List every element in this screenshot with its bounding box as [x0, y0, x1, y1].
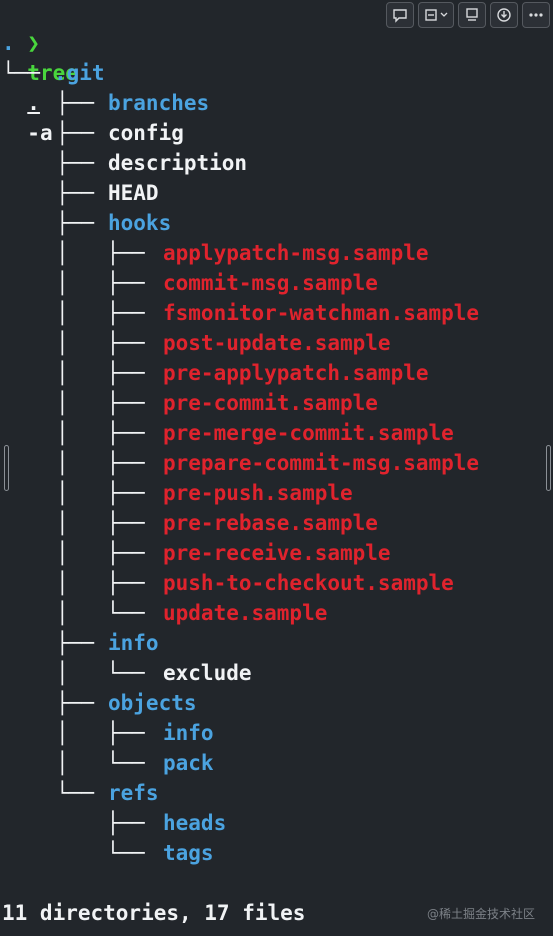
prompt-arg-dot: . [27, 91, 40, 115]
tree-branch-glyph: ├── [56, 181, 107, 205]
dir-heads: heads [163, 811, 227, 835]
prompt-line: ❯ tree . -a [2, 0, 78, 145]
comment-button[interactable] [386, 2, 414, 28]
dir-refs: refs [108, 781, 159, 805]
dir-git: .git [54, 61, 105, 85]
tree-branch-glyph: │ ├── [56, 301, 158, 325]
left-resize-handle[interactable] [4, 445, 9, 491]
monitor-button[interactable] [458, 2, 486, 28]
tree-branch-glyph: ├── [56, 811, 158, 835]
hook-file: pre-applypatch.sample [163, 361, 429, 385]
tree-branch-glyph: └── [56, 781, 107, 805]
tree-branch-glyph: │ ├── [56, 511, 158, 535]
hook-file: pre-commit.sample [163, 391, 378, 415]
tree-branch-glyph: │ ├── [56, 391, 158, 415]
tree-branch-glyph: │ ├── [56, 241, 158, 265]
more-button[interactable] [522, 2, 550, 28]
tree-branch-glyph: │ ├── [56, 481, 158, 505]
hook-file: commit-msg.sample [163, 271, 378, 295]
tree-branch-glyph: ├── [56, 691, 107, 715]
tree-branch-glyph: │ ├── [56, 451, 158, 475]
terminal-toolbar [386, 2, 550, 32]
file-head: HEAD [108, 181, 159, 205]
tree-branch-glyph: ├── [56, 151, 107, 175]
dir-objects-pack: pack [163, 751, 214, 775]
dir-objects-info: info [163, 721, 214, 745]
tree-branch-glyph: └── [2, 61, 53, 85]
file-exclude: exclude [163, 661, 252, 685]
hook-file: pre-merge-commit.sample [163, 421, 454, 445]
monitor-icon [466, 8, 478, 21]
tree-branch-glyph: └── [56, 841, 158, 865]
hook-file: update.sample [163, 601, 328, 625]
download-icon [497, 8, 511, 22]
download-button[interactable] [490, 2, 518, 28]
prompt-chevron-icon: ❯ [27, 31, 40, 55]
dir-branches: branches [108, 91, 210, 115]
hook-file: pre-push.sample [163, 481, 353, 505]
dir-hooks: hooks [108, 211, 172, 235]
tree-branch-glyph: │ ├── [56, 361, 158, 385]
tree-branch-glyph: │ └── [56, 751, 158, 775]
tree-branch-glyph: ├── [56, 631, 107, 655]
right-resize-handle[interactable] [546, 445, 551, 491]
align-icon [425, 9, 437, 21]
hook-file: post-update.sample [163, 331, 391, 355]
tree-summary: 11 directories, 17 files [2, 901, 306, 925]
chevron-down-icon [440, 12, 448, 17]
hook-file: pre-receive.sample [163, 541, 391, 565]
align-button[interactable] [418, 2, 454, 28]
dir-objects: objects [108, 691, 197, 715]
dir-tags: tags [163, 841, 214, 865]
tree-branch-glyph: │ ├── [56, 331, 158, 355]
file-description: description [108, 151, 248, 175]
prompt-arg-flag: -a [27, 121, 53, 145]
dir-info: info [108, 631, 159, 655]
tree-branch-glyph: ├── [56, 211, 107, 235]
tree-root: . [2, 31, 15, 55]
tree-branch-glyph: │ ├── [56, 271, 158, 295]
watermark: @稀土掘金技术社区 [426, 907, 535, 921]
more-icon [529, 13, 543, 17]
tree-branch-glyph: │ ├── [56, 541, 158, 565]
tree-branch-glyph: ├── [56, 121, 107, 145]
tree-branch-glyph: │ ├── [56, 721, 158, 745]
tree-branch-glyph: │ ├── [56, 571, 158, 595]
hook-file: applypatch-msg.sample [163, 241, 429, 265]
comment-icon [393, 9, 407, 23]
hook-file: push-to-checkout.sample [163, 571, 454, 595]
hook-file: prepare-commit-msg.sample [163, 451, 480, 475]
file-config: config [108, 121, 184, 145]
tree-branch-glyph: │ └── [56, 661, 158, 685]
hook-file: fsmonitor-watchman.sample [163, 301, 480, 325]
tree-branch-glyph: │ └── [56, 601, 158, 625]
hook-file: pre-rebase.sample [163, 511, 378, 535]
tree-branch-glyph: ├── [56, 91, 107, 115]
tree-branch-glyph: │ ├── [56, 421, 158, 445]
